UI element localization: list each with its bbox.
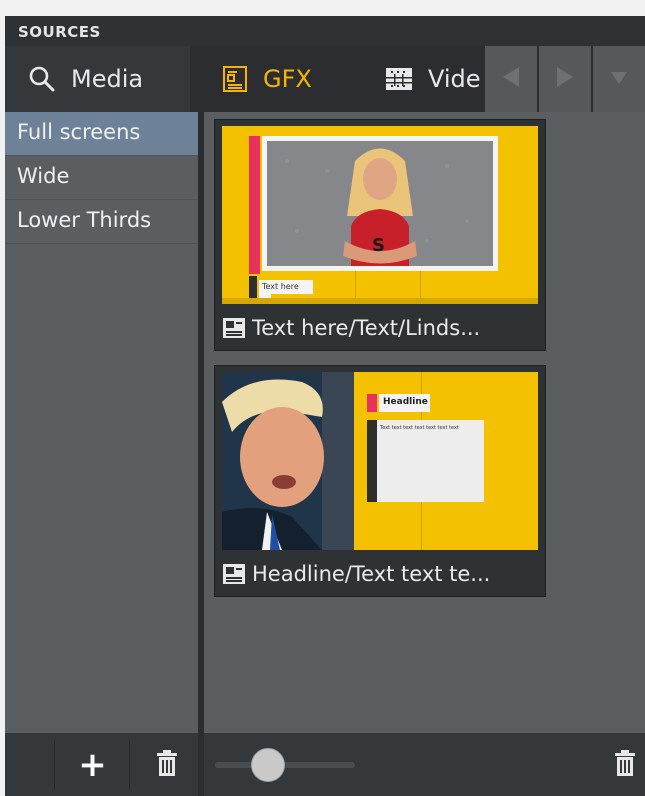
add-category-button[interactable]: + — [56, 733, 129, 796]
photo-image: S — [267, 141, 493, 266]
tabs-scroll-left-button[interactable] — [485, 46, 537, 112]
gfx-item-grid: S Text here Text here/Text/Linds... Head… — [204, 112, 645, 733]
photo-image — [222, 372, 354, 550]
items-toolbar — [204, 733, 645, 796]
category-list: Full screens Wide Lower Thirds — [5, 112, 198, 733]
gfx-item-title: Headline/Text text te... — [252, 562, 491, 586]
category-toolbar: + — [5, 733, 198, 796]
toolbar-separator — [54, 741, 55, 789]
delete-category-button[interactable] — [135, 733, 198, 796]
gfx-item-label: Headline/Text text te... — [222, 558, 540, 590]
toolbar-separator — [129, 741, 130, 789]
tab-video-label: Vide — [428, 65, 481, 93]
category-lower-thirds[interactable]: Lower Thirds — [5, 200, 198, 244]
graphic-accent-stripe — [249, 136, 260, 274]
gfx-item-title: Text here/Text/Linds... — [252, 316, 481, 340]
graphic-accent-stripe — [367, 394, 377, 412]
delete-item-button[interactable] — [605, 733, 645, 796]
tab-video[interactable]: Vide — [350, 46, 485, 112]
tab-gfx[interactable]: GFX — [195, 46, 345, 112]
sources-panel: SOURCES Media GFX Vide Full screens Wide… — [5, 16, 645, 796]
thumbnail-size-slider[interactable] — [215, 748, 355, 782]
tab-gfx-label: GFX — [263, 65, 312, 93]
chevron-down-icon — [610, 70, 628, 89]
tabs-overflow-menu-button[interactable] — [593, 46, 645, 112]
category-wide[interactable]: Wide — [5, 156, 198, 200]
tab-media-label: Media — [71, 65, 144, 93]
tab-media[interactable]: Media — [5, 46, 190, 112]
panel-title: SOURCES — [5, 16, 645, 46]
graphic-headline-box: Headline — [379, 394, 430, 412]
trash-icon — [156, 749, 178, 780]
arrow-left-icon — [501, 65, 521, 93]
trash-icon — [614, 749, 636, 780]
gfx-item-thumbnail: Headline Text text text text text text t… — [222, 372, 538, 550]
gfx-item-card[interactable]: S Text here Text here/Text/Linds... — [214, 119, 546, 351]
gfx-item-label: Text here/Text/Linds... — [222, 312, 540, 344]
search-icon — [29, 66, 55, 92]
text-template-icon — [222, 317, 246, 339]
tab-bar: Media GFX Vide — [5, 46, 645, 112]
text-template-icon — [222, 563, 246, 585]
svg-text:S: S — [372, 235, 385, 256]
gfx-template-icon — [223, 66, 247, 92]
graphic-text-box: Text here — [259, 280, 313, 294]
gfx-item-thumbnail: S Text here — [222, 126, 538, 304]
arrow-right-icon — [555, 65, 575, 93]
graphic-body-box: Text text text text text text text — [377, 420, 484, 502]
category-full-screens[interactable]: Full screens — [5, 112, 198, 156]
graphic-bottom-shade — [222, 298, 538, 304]
gfx-item-card[interactable]: Headline Text text text text text text t… — [214, 365, 546, 597]
slider-thumb[interactable] — [251, 748, 286, 782]
tabs-scroll-right-button[interactable] — [539, 46, 591, 112]
graphic-dark-bar — [367, 420, 377, 502]
film-grid-icon — [386, 68, 412, 90]
